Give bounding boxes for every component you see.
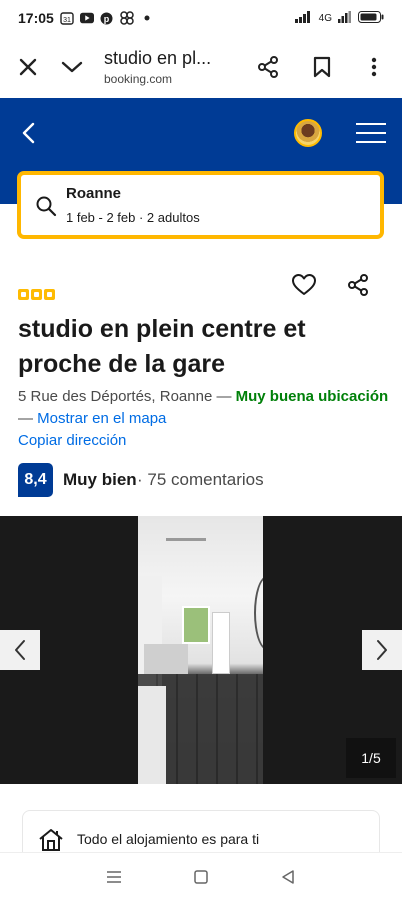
save-favorite-button[interactable]	[291, 272, 317, 298]
feature-text: Todo el alojamiento es para ti	[77, 831, 260, 847]
svg-text:p: p	[104, 14, 110, 24]
gallery-prev-button[interactable]	[0, 630, 40, 670]
share-property-button[interactable]	[346, 273, 370, 297]
more-options-button[interactable]	[356, 49, 392, 85]
status-time: 17:05	[18, 10, 54, 26]
copy-address-link[interactable]: Copiar dirección	[18, 432, 126, 449]
heart-icon	[292, 274, 316, 295]
search-icon	[36, 196, 57, 217]
share-button[interactable]	[250, 49, 286, 85]
close-tab-button[interactable]	[10, 49, 46, 85]
gallery-next-button[interactable]	[362, 630, 402, 670]
address-dash: —	[212, 388, 236, 405]
home-button[interactable]	[189, 865, 213, 889]
gallery-photo[interactable]	[138, 516, 263, 784]
system-nav-bar	[0, 852, 402, 900]
share-icon	[258, 56, 278, 78]
location-badge: Muy buena ubicación	[235, 388, 389, 405]
search-summary-box[interactable]: Roanne 1 feb - 2 feb · 2 adultos	[17, 171, 384, 239]
signal-icon	[294, 10, 313, 26]
star-icon	[31, 289, 42, 300]
recent-apps-button[interactable]	[102, 865, 126, 889]
network-type: 4G	[318, 12, 332, 24]
photo-gallery[interactable]	[0, 516, 402, 784]
pinwheel-icon	[120, 11, 134, 25]
dot-icon	[140, 11, 154, 25]
search-destination: Roanne	[66, 185, 122, 202]
page-title: studio en pl...	[104, 48, 212, 68]
system-back-button[interactable]	[276, 865, 300, 889]
collapse-button[interactable]	[54, 49, 90, 85]
review-count-link[interactable]: · 75 comentarios	[137, 470, 264, 490]
page-domain: booking.com	[104, 72, 173, 86]
more-vertical-icon	[371, 57, 377, 77]
menu-lines-icon	[106, 870, 121, 883]
back-button[interactable]	[14, 118, 44, 148]
battery-icon	[358, 10, 384, 26]
property-address: 5 Rue des Déportés, Roanne	[18, 388, 213, 405]
bookmark-button[interactable]	[304, 49, 340, 85]
square-icon	[194, 869, 208, 884]
calendar-day: 31	[63, 17, 71, 24]
star-icon	[18, 289, 29, 300]
close-icon	[19, 58, 37, 76]
property-address-block: 5 Rue des Déportés, Roanne — Muy buena u…	[18, 386, 390, 430]
show-map-link[interactable]: Mostrar en el mapa	[37, 410, 166, 427]
property-title: studio en plein centre et proche de la g…	[18, 315, 306, 378]
share-icon	[348, 274, 368, 296]
search-details: 1 feb - 2 feb · 2 adultos	[66, 210, 200, 225]
page-title-block[interactable]: studio en pl... booking.com	[90, 48, 250, 86]
wifi-icon	[338, 10, 352, 26]
review-score-badge: 8,4	[18, 463, 53, 497]
pinterest-icon: p	[100, 11, 114, 25]
hamburger-menu-icon[interactable]	[356, 120, 386, 146]
house-icon	[39, 829, 63, 851]
back-arrow-icon	[22, 122, 35, 144]
gallery-counter: 1/5	[346, 738, 396, 778]
triangle-back-icon	[282, 869, 295, 884]
map-prefix: —	[18, 410, 38, 427]
bookmark-icon	[313, 56, 331, 78]
star-icon	[44, 289, 55, 300]
star-rating	[18, 289, 55, 300]
chevron-down-icon	[61, 61, 83, 73]
calendar-icon: 31	[60, 11, 74, 25]
status-left: 17:05 31 p	[18, 10, 154, 26]
chevron-left-icon	[15, 640, 25, 660]
status-bar: 17:05 31 p 4G	[0, 0, 402, 36]
review-score-word: Muy bien	[63, 470, 137, 489]
youtube-icon	[79, 11, 94, 25]
status-right: 4G	[294, 10, 384, 26]
avatar[interactable]	[294, 119, 322, 147]
chevron-right-icon	[377, 640, 387, 660]
browser-toolbar: studio en pl... booking.com	[0, 36, 402, 98]
